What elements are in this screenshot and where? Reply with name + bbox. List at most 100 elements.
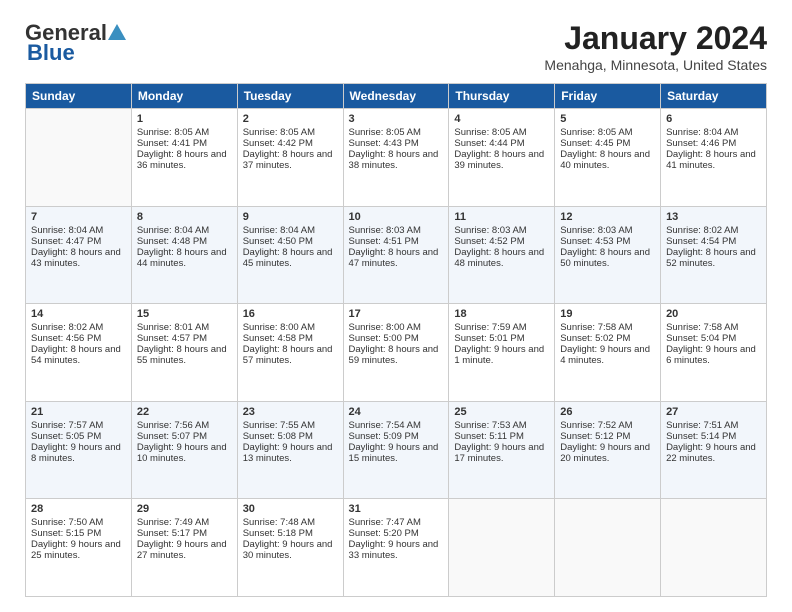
day-number: 31 — [349, 503, 444, 515]
daylight: Daylight: 9 hours and 25 minutes. — [31, 539, 121, 561]
calendar-cell: 31Sunrise: 7:47 AMSunset: 5:20 PMDayligh… — [343, 499, 449, 597]
day-number: 4 — [454, 113, 549, 125]
sunset: Sunset: 5:09 PM — [349, 431, 419, 442]
page: General Blue January 2024 Menahga, Minne… — [0, 0, 792, 612]
day-number: 22 — [137, 406, 232, 418]
sunrise: Sunrise: 8:00 AM — [349, 322, 421, 333]
sunrise: Sunrise: 8:03 AM — [454, 225, 526, 236]
sunrise: Sunrise: 8:04 AM — [31, 225, 103, 236]
calendar-cell: 20Sunrise: 7:58 AMSunset: 5:04 PMDayligh… — [661, 304, 767, 402]
calendar-cell: 15Sunrise: 8:01 AMSunset: 4:57 PMDayligh… — [131, 304, 237, 402]
sunrise: Sunrise: 7:47 AM — [349, 517, 421, 528]
daylight: Daylight: 8 hours and 47 minutes. — [349, 247, 439, 269]
calendar-cell: 8Sunrise: 8:04 AMSunset: 4:48 PMDaylight… — [131, 206, 237, 304]
daylight: Daylight: 8 hours and 54 minutes. — [31, 344, 121, 366]
calendar-week-row: 28Sunrise: 7:50 AMSunset: 5:15 PMDayligh… — [26, 499, 767, 597]
sunrise: Sunrise: 7:59 AM — [454, 322, 526, 333]
calendar-cell: 13Sunrise: 8:02 AMSunset: 4:54 PMDayligh… — [661, 206, 767, 304]
sunrise: Sunrise: 7:56 AM — [137, 420, 209, 431]
sunset: Sunset: 4:58 PM — [243, 333, 313, 344]
sunset: Sunset: 5:11 PM — [454, 431, 524, 442]
logo: General Blue — [25, 20, 126, 66]
calendar-header-row: Sunday Monday Tuesday Wednesday Thursday… — [26, 84, 767, 109]
daylight: Daylight: 9 hours and 17 minutes. — [454, 442, 544, 464]
day-number: 9 — [243, 211, 338, 223]
sunset: Sunset: 4:45 PM — [560, 138, 630, 149]
day-number: 7 — [31, 211, 126, 223]
calendar-cell: 23 Sunrise: 7:55 AMSunset: 5:08 PMDayligh… — [237, 401, 343, 499]
sunset: Sunset: 4:48 PM — [137, 236, 207, 247]
day-number: 30 — [243, 503, 338, 515]
day-number: 11 — [454, 211, 549, 223]
col-monday: Monday — [131, 84, 237, 109]
sunset: Sunset: 5:18 PM — [243, 528, 313, 539]
day-number: 23 — [243, 406, 338, 418]
sunrise: Sunrise: 7:53 AM — [454, 420, 526, 431]
sunrise: Sunrise: 7:57 AM — [31, 420, 103, 431]
day-number: 6 — [666, 113, 761, 125]
col-tuesday: Tuesday — [237, 84, 343, 109]
daylight: Daylight: 8 hours and 38 minutes. — [349, 149, 439, 171]
col-sunday: Sunday — [26, 84, 132, 109]
calendar-cell: 27Sunrise: 7:51 AMSunset: 5:14 PMDayligh… — [661, 401, 767, 499]
sunset: Sunset: 4:41 PM — [137, 138, 207, 149]
calendar-cell: 10Sunrise: 8:03 AMSunset: 4:51 PMDayligh… — [343, 206, 449, 304]
sunrise: Sunrise: 7:58 AM — [666, 322, 738, 333]
calendar-cell: 30Sunrise: 7:48 AMSunset: 5:18 PMDayligh… — [237, 499, 343, 597]
calendar-table: Sunday Monday Tuesday Wednesday Thursday… — [25, 83, 767, 597]
daylight: Daylight: 8 hours and 48 minutes. — [454, 247, 544, 269]
calendar-cell: 3Sunrise: 8:05 AMSunset: 4:43 PMDaylight… — [343, 109, 449, 207]
daylight: Daylight: 8 hours and 41 minutes. — [666, 149, 756, 171]
sunset: Sunset: 5:20 PM — [349, 528, 419, 539]
day-number: 20 — [666, 308, 761, 320]
sunrise: Sunrise: 8:05 AM — [560, 127, 632, 138]
daylight: Daylight: 9 hours and 27 minutes. — [137, 539, 227, 561]
sunrise: Sunrise: 8:01 AM — [137, 322, 209, 333]
daylight: Daylight: 8 hours and 59 minutes. — [349, 344, 439, 366]
sunrise: Sunrise: 8:04 AM — [243, 225, 315, 236]
daylight: Daylight: 9 hours and 8 minutes. — [31, 442, 121, 464]
day-number: 29 — [137, 503, 232, 515]
daylight: Daylight: 9 hours and 13 minutes. — [243, 442, 333, 464]
sunrise: Sunrise: 8:05 AM — [454, 127, 526, 138]
sunrise: Sunrise: 8:00 AM — [243, 322, 315, 333]
day-number: 25 — [454, 406, 549, 418]
calendar-cell: 17Sunrise: 8:00 AMSunset: 5:00 PMDayligh… — [343, 304, 449, 402]
calendar-cell: 7Sunrise: 8:04 AMSunset: 4:47 PMDaylight… — [26, 206, 132, 304]
calendar-week-row: 1Sunrise: 8:05 AMSunset: 4:41 PMDaylight… — [26, 109, 767, 207]
daylight: Daylight: 8 hours and 44 minutes. — [137, 247, 227, 269]
daylight: Daylight: 9 hours and 30 minutes. — [243, 539, 333, 561]
sunrise: Sunrise: 8:02 AM — [31, 322, 103, 333]
sunset: Sunset: 5:15 PM — [31, 528, 101, 539]
daylight: Daylight: 9 hours and 1 minute. — [454, 344, 544, 366]
daylight: Daylight: 8 hours and 36 minutes. — [137, 149, 227, 171]
day-number: 3 — [349, 113, 444, 125]
calendar-cell: 6Sunrise: 8:04 AMSunset: 4:46 PMDaylight… — [661, 109, 767, 207]
sunset: Sunset: 4:53 PM — [560, 236, 630, 247]
calendar-cell: 12Sunrise: 8:03 AMSunset: 4:53 PMDayligh… — [555, 206, 661, 304]
sunrise: Sunrise: 7:50 AM — [31, 517, 103, 528]
sunrise: Sunrise: 8:04 AM — [666, 127, 738, 138]
day-number: 17 — [349, 308, 444, 320]
sunrise: Sunrise: 7:51 AM — [666, 420, 738, 431]
sunset: Sunset: 5:08 PM — [243, 431, 313, 442]
calendar-cell: 21Sunrise: 7:57 AMSunset: 5:05 PMDayligh… — [26, 401, 132, 499]
sunset: Sunset: 4:57 PM — [137, 333, 207, 344]
daylight: Daylight: 8 hours and 45 minutes. — [243, 247, 333, 269]
calendar-week-row: 14Sunrise: 8:02 AMSunset: 4:56 PMDayligh… — [26, 304, 767, 402]
calendar-cell — [555, 499, 661, 597]
sunset: Sunset: 5:17 PM — [137, 528, 207, 539]
calendar-cell: 26Sunrise: 7:52 AMSunset: 5:12 PMDayligh… — [555, 401, 661, 499]
sunrise: Sunrise: 8:05 AM — [137, 127, 209, 138]
daylight: Daylight: 9 hours and 4 minutes. — [560, 344, 650, 366]
title-block: January 2024 Menahga, Minnesota, United … — [544, 20, 767, 73]
sunrise: Sunrise: 7:55 AM — [243, 420, 315, 431]
sunset: Sunset: 4:42 PM — [243, 138, 313, 149]
daylight: Daylight: 8 hours and 39 minutes. — [454, 149, 544, 171]
logo-blue-text: Blue — [27, 40, 75, 66]
sunset: Sunset: 4:51 PM — [349, 236, 419, 247]
sunset: Sunset: 5:07 PM — [137, 431, 207, 442]
calendar-cell: 29Sunrise: 7:49 AMSunset: 5:17 PMDayligh… — [131, 499, 237, 597]
sunrise: Sunrise: 8:03 AM — [349, 225, 421, 236]
day-number: 15 — [137, 308, 232, 320]
